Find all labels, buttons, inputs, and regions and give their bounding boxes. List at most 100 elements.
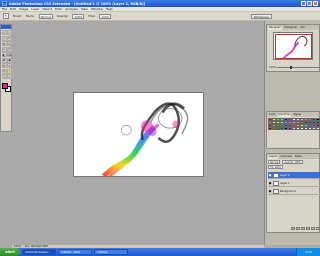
eye-icon[interactable]: ● <box>268 181 272 185</box>
layer-fill-field[interactable]: Fill: 100% <box>268 164 284 169</box>
menu-layer[interactable]: Layer <box>31 7 39 11</box>
swatches-panel: Color Swatches Styles <box>266 111 320 149</box>
tab-swatches[interactable]: Swatches <box>277 113 292 117</box>
layer-fill-row: Fill: 100% <box>267 164 319 169</box>
layer-style-icon[interactable] <box>296 227 300 230</box>
tool-button[interactable]: T <box>7 63 12 68</box>
options-bar: ✎ Brush: Mode: Normal Opacity: 100% Flow… <box>0 12 320 21</box>
eye-icon[interactable]: ● <box>268 173 272 177</box>
tab-styles[interactable]: Styles <box>292 113 303 117</box>
tool-button[interactable]: ✐ <box>7 46 12 52</box>
opacity-field[interactable]: 100% <box>72 13 85 19</box>
flow-label: Flow: <box>88 14 96 18</box>
eye-icon[interactable]: ● <box>268 189 272 193</box>
tool-button[interactable]: ⌖ <box>7 74 12 79</box>
layer-opacity-field[interactable]: Opacity: 100% <box>282 159 304 164</box>
opacity-label: Opacity: <box>56 14 69 18</box>
swatches-tabs: Color Swatches Styles <box>267 112 319 117</box>
layer-thumbnail <box>273 172 279 178</box>
layer-row[interactable]: ● Background <box>268 188 320 195</box>
tools-grid: ▹ ⬚ ⌇ ✂ ⧉ ✎ ⌁ ✐ ◐ ⌫ ▰ ◉ ✒ T ⬡ ✋ 🔍 ⌖ <box>1 29 12 80</box>
brush-icon: ✎ <box>4 14 8 18</box>
tab-histogram[interactable]: Histogram <box>283 26 299 30</box>
tool-button[interactable]: ⌇ <box>1 35 7 41</box>
menu-image[interactable]: Image <box>19 7 28 11</box>
tool-button[interactable]: ⬡ <box>1 68 7 74</box>
tool-button[interactable]: ▹ <box>1 30 7 35</box>
tool-button[interactable]: ⬚ <box>7 30 12 35</box>
document-canvas[interactable] <box>73 92 204 177</box>
system-tray-clock: 3:24 <box>296 248 320 256</box>
tab-info[interactable]: Info <box>299 26 306 30</box>
navigator-thumbnail[interactable] <box>273 32 313 60</box>
tool-button[interactable]: ⌫ <box>7 52 12 57</box>
layer-name: Background <box>280 189 296 193</box>
blend-mode-select[interactable]: Normal <box>268 159 281 164</box>
tool-button[interactable]: ◐ <box>1 52 7 57</box>
navigator-panel: Navigator Histogram Info 100% <box>266 24 320 72</box>
menu-analysis[interactable]: Analysis <box>65 7 77 11</box>
layer-name: Layer 2 <box>280 173 290 177</box>
menu-window[interactable]: Window <box>91 7 103 11</box>
mode-label: Mode: <box>26 14 35 18</box>
workspace-menu[interactable]: Workspace <box>250 14 272 19</box>
brush-label: Brush: <box>13 14 23 18</box>
tab-layers[interactable]: Layers <box>268 155 279 159</box>
window-controls: _ □ × <box>301 1 318 6</box>
layer-thumbnail <box>273 188 279 194</box>
panel-dock: Navigator Histogram Info 100% Color Swat… <box>264 21 320 245</box>
tab-navigator[interactable]: Navigator <box>268 26 283 30</box>
foreground-color-swatch[interactable] <box>2 83 8 89</box>
layer-name: Layer 1 <box>280 181 290 185</box>
new-layer-icon[interactable] <box>311 227 315 230</box>
layers-footer <box>268 227 320 231</box>
tool-button[interactable]: ◉ <box>7 57 12 63</box>
menu-filter[interactable]: Filter <box>55 7 62 11</box>
tool-button[interactable]: ✎ <box>7 41 12 46</box>
tool-button[interactable]: 🔍 <box>1 74 7 79</box>
color-swatches <box>1 82 11 94</box>
tool-preset-picker[interactable]: ✎ <box>3 13 9 19</box>
tab-channels[interactable]: Channels <box>279 155 293 159</box>
zoom-slider[interactable] <box>277 65 319 69</box>
layer-thumbnail <box>273 180 279 186</box>
taskbar-item[interactable]: Adobe Photoshop... <box>22 249 56 255</box>
layers-panel: Layers Channels Paths Normal Opacity: 10… <box>266 153 320 233</box>
menu-view[interactable]: View <box>81 7 88 11</box>
close-button[interactable]: × <box>313 1 318 6</box>
flow-field[interactable]: 100% <box>99 13 112 19</box>
tab-paths[interactable]: Paths <box>293 155 303 159</box>
tool-button[interactable]: ✂ <box>7 35 12 41</box>
layer-row[interactable]: ● Layer 2 <box>268 172 320 179</box>
taskbar-item[interactable]: Untitled - Paint <box>58 249 92 255</box>
swatch[interactable] <box>316 127 320 130</box>
taskbar: start Adobe Photoshop... Untitled - Pain… <box>0 248 320 256</box>
layer-row[interactable]: ● Layer 1 <box>268 180 320 187</box>
navigator-view-box[interactable] <box>275 34 312 59</box>
menu-edit[interactable]: Edit <box>10 7 16 11</box>
navigator-tabs: Navigator Histogram Info <box>267 25 319 30</box>
layer-mask-icon[interactable] <box>301 227 305 230</box>
menu-help[interactable]: Help <box>106 7 113 11</box>
minimize-button[interactable]: _ <box>301 1 306 6</box>
zoom-slider-knob[interactable] <box>289 65 292 69</box>
tab-color[interactable]: Color <box>268 113 277 117</box>
tool-button[interactable]: ✋ <box>7 68 12 74</box>
tool-button[interactable]: ▰ <box>1 57 7 63</box>
taskbar-item[interactable]: Untitled <box>94 249 128 255</box>
zoom-value[interactable]: 100% <box>269 66 276 69</box>
tool-button[interactable]: ⌁ <box>1 46 7 52</box>
tool-button[interactable]: ⧉ <box>1 41 7 46</box>
menu-select[interactable]: Select <box>43 7 52 11</box>
navigator-zoom: 100% <box>269 65 319 69</box>
start-button[interactable]: start <box>0 248 20 256</box>
photoshop-logo: Ps <box>2 1 7 6</box>
tool-button[interactable]: ✒ <box>1 63 7 68</box>
link-layers-icon[interactable] <box>291 227 295 230</box>
trash-icon[interactable] <box>316 227 320 230</box>
smoke-artwork <box>102 102 189 176</box>
menu-file[interactable]: File <box>2 7 7 11</box>
mode-select[interactable]: Normal <box>38 13 53 19</box>
new-group-icon[interactable] <box>306 227 310 230</box>
maximize-button[interactable]: □ <box>307 1 312 6</box>
